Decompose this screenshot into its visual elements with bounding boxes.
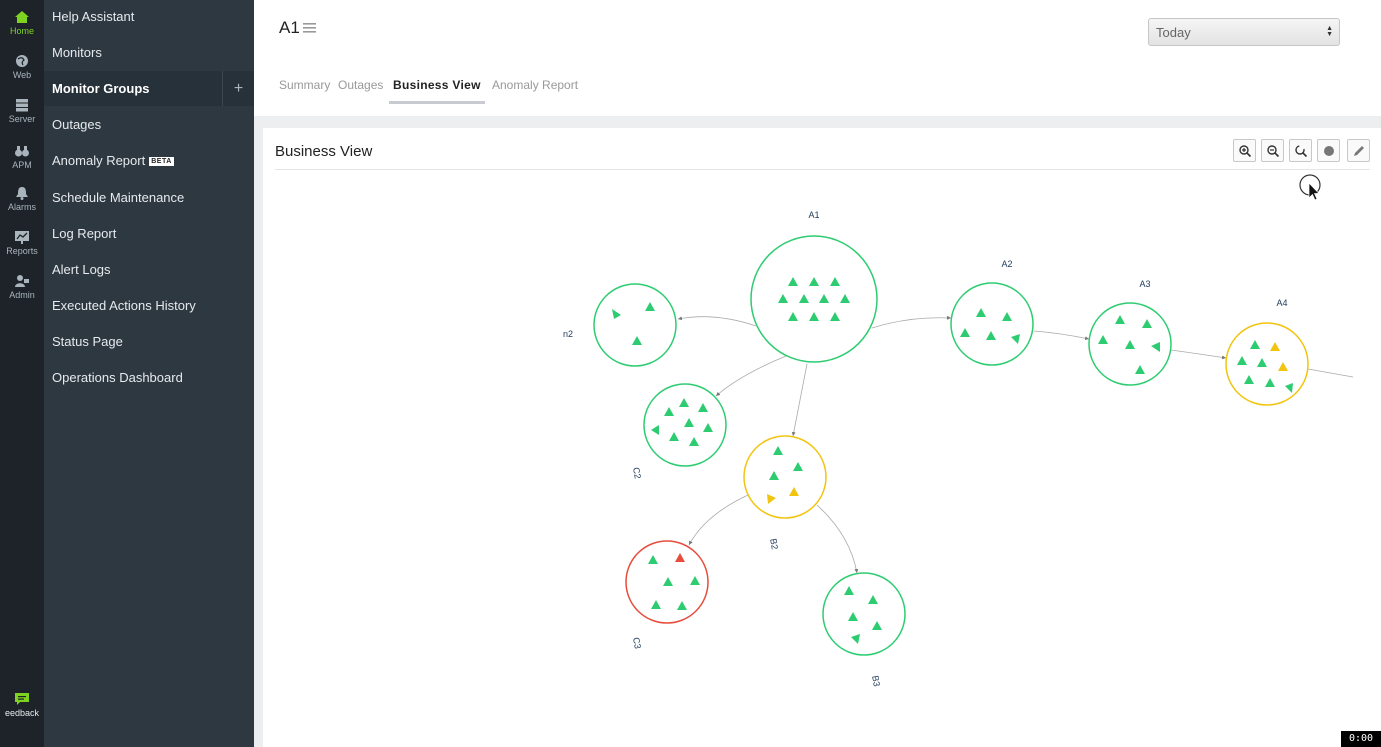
edge-b2-c3 <box>688 494 749 546</box>
binoculars-icon <box>15 146 29 157</box>
node-label-b2: B2 <box>768 538 780 551</box>
rail-reports-label: Reports <box>6 246 38 256</box>
zoom-in-icon <box>1239 145 1252 158</box>
graph-node-n2[interactable]: n2 <box>563 283 677 367</box>
sidebar-item-anomaly-report[interactable]: Anomaly Report BETA <box>52 151 174 171</box>
node-label-b3: B3 <box>870 675 882 688</box>
time-range-value: Today <box>1156 25 1191 40</box>
active-tab-indicator <box>389 101 485 104</box>
rail-reports[interactable]: Reports <box>0 230 44 256</box>
record-button[interactable] <box>1317 139 1340 162</box>
rail-alarms-label: Alarms <box>7 202 36 212</box>
node-label-n2: n2 <box>563 329 573 339</box>
rail-web[interactable]: Web <box>0 54 44 80</box>
sidebar-item-status-page[interactable]: Status Page <box>52 332 123 352</box>
sidebar-item-log-report[interactable]: Log Report <box>52 224 116 244</box>
edge-a3-a4 <box>1170 349 1227 360</box>
zoom-out-icon <box>1267 145 1280 158</box>
zoom-in-button[interactable] <box>1233 139 1256 162</box>
sidebar-item-alert-logs[interactable]: Alert Logs <box>52 260 111 280</box>
admin-icon <box>15 275 29 287</box>
rail-apm[interactable]: APM <box>0 144 44 170</box>
rail-home-label: Home <box>9 26 34 36</box>
graph-node-b2[interactable]: B2 <box>743 435 827 551</box>
rail-admin[interactable]: Admin <box>0 274 44 300</box>
edge-a1-c2 <box>715 355 787 397</box>
timer-readout: 0:00 <box>1341 731 1381 747</box>
home-icon <box>15 11 29 23</box>
node-label-c3: C3 <box>631 636 643 649</box>
rail-server[interactable]: Server <box>0 98 44 124</box>
sidebar-item-operations-dashboard[interactable]: Operations Dashboard <box>52 368 183 388</box>
business-view-title: Business View <box>275 143 373 160</box>
node-label-c2: C2 <box>631 466 643 479</box>
graph-node-c2[interactable]: C2 <box>631 383 727 480</box>
reset-zoom-icon <box>1295 145 1308 158</box>
icon-rail: Home Web Server APM Alarms Reports Admin… <box>0 0 44 747</box>
sidebar-item-monitor-groups[interactable]: Monitor Groups <box>52 79 150 99</box>
tab-summary[interactable]: Summary <box>279 78 330 92</box>
tab-outages[interactable]: Outages <box>338 78 383 92</box>
node-label-a1: A1 <box>808 210 819 220</box>
edit-icon <box>1354 146 1364 156</box>
sidebar-item-help-assistant[interactable]: Help Assistant <box>52 7 134 27</box>
time-range-select[interactable]: Today ▲ ▼ <box>1148 18 1340 46</box>
bell-icon <box>16 187 28 200</box>
graph-node-b3[interactable]: B3 <box>822 572 906 688</box>
edge-a1-b2 <box>791 363 808 437</box>
graph-node-a2[interactable]: A2 <box>950 259 1034 366</box>
section-divider <box>254 116 1381 128</box>
server-icon <box>16 99 28 112</box>
page-title: A1 <box>279 18 300 37</box>
rail-alarms[interactable]: Alarms <box>0 186 44 212</box>
rail-web-label: Web <box>12 70 32 80</box>
mouse-cursor-icon <box>1299 174 1321 201</box>
edit-button[interactable] <box>1347 139 1370 162</box>
add-monitor-group-button[interactable]: + <box>222 71 254 106</box>
sidebar: + Help Assistant Monitors Monitor Groups… <box>44 0 254 747</box>
chart-icon <box>15 231 29 244</box>
node-label-a4: A4 <box>1276 298 1287 308</box>
feedback-icon <box>15 693 29 705</box>
rail-home[interactable]: Home <box>0 10 44 36</box>
globe-icon <box>16 55 28 67</box>
edge-a4-out <box>1307 368 1354 378</box>
business-view-graph[interactable]: A1 n2 C2 B2 C3 B3 A2 A3 A4 <box>263 170 1381 730</box>
sidebar-item-monitors[interactable]: Monitors <box>52 43 102 63</box>
reset-zoom-button[interactable] <box>1289 139 1312 162</box>
tab-anomaly-report[interactable]: Anomaly Report <box>492 78 578 92</box>
edge-a1-n2 <box>677 316 757 327</box>
graph-node-a4[interactable]: A4 <box>1225 298 1309 406</box>
sidebar-item-executed-actions-history[interactable]: Executed Actions History <box>52 296 196 316</box>
sidebar-item-schedule-maintenance[interactable]: Schedule Maintenance <box>52 188 184 208</box>
panel-left-border <box>254 116 263 747</box>
rail-apm-label: APM <box>12 160 32 170</box>
rail-admin-label: Admin <box>9 290 35 300</box>
sidebar-item-outages[interactable]: Outages <box>52 115 101 135</box>
node-label-a3: A3 <box>1139 279 1150 289</box>
rail-feedback[interactable]: eedback <box>0 692 44 718</box>
rail-server-label: Server <box>8 114 36 124</box>
edge-b2-b3 <box>816 504 859 574</box>
select-arrows-icon: ▲ ▼ <box>1326 25 1333 38</box>
node-label-a2: A2 <box>1001 259 1012 269</box>
record-icon <box>1324 146 1334 156</box>
rail-feedback-label: eedback <box>4 708 40 718</box>
sidebar-item-label: Anomaly Report <box>52 153 146 168</box>
graph-node-a1[interactable]: A1 <box>750 210 878 363</box>
zoom-out-button[interactable] <box>1261 139 1284 162</box>
graph-node-a3[interactable]: A3 <box>1088 279 1172 386</box>
hamburger-menu-icon[interactable] <box>303 23 316 33</box>
tab-business-view[interactable]: Business View <box>393 78 481 92</box>
beta-badge: BETA <box>149 157 174 167</box>
edge-a2-a3 <box>1033 330 1090 341</box>
graph-node-c3[interactable]: C3 <box>625 540 709 650</box>
edge-a1-a2 <box>871 315 952 329</box>
